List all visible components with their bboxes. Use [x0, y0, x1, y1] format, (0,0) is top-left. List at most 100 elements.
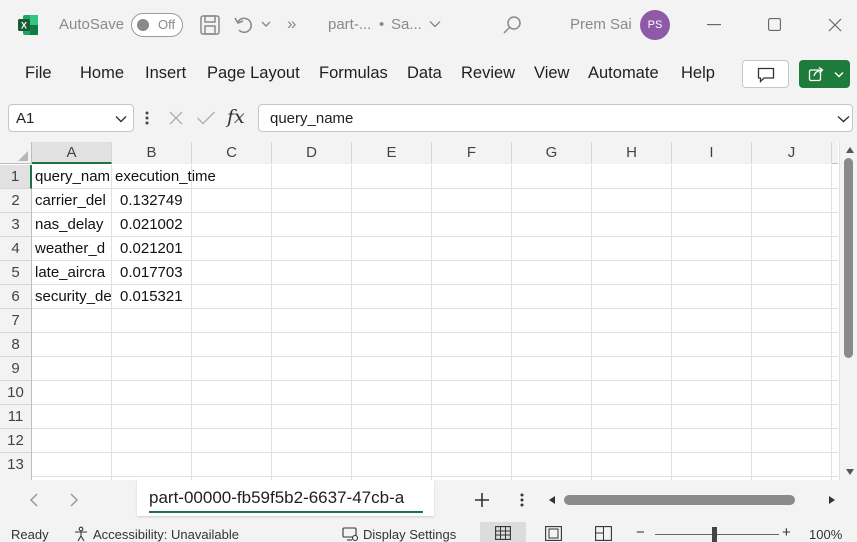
next-sheet-icon[interactable] [69, 493, 79, 507]
column-header-i[interactable]: I [672, 142, 752, 164]
column-header-b[interactable]: B [112, 142, 192, 164]
zoom-out-button[interactable]: − [636, 524, 645, 541]
menu-view[interactable]: View [534, 64, 569, 86]
more-commands-icon[interactable]: » [287, 14, 296, 34]
cell-a5[interactable]: late_aircra [32, 261, 112, 285]
vertical-scroll-thumb[interactable] [844, 158, 853, 358]
horizontal-scrollbar[interactable] [545, 490, 841, 510]
share-chevron-icon [834, 71, 844, 78]
autosave-toggle[interactable]: Off [131, 13, 183, 37]
menu-file[interactable]: File [25, 64, 52, 86]
column-header-e[interactable]: E [352, 142, 432, 164]
cell-b6[interactable]: 0.015321 [112, 285, 192, 309]
close-icon[interactable] [828, 18, 842, 32]
status-ready: Ready [11, 527, 49, 542]
menu-home[interactable]: Home [80, 64, 124, 86]
row-header-3[interactable]: 3 [0, 213, 32, 237]
expand-formula-bar-icon[interactable] [837, 115, 850, 123]
row-header-13[interactable]: 13 [0, 453, 32, 480]
cell-a1[interactable]: query_nam [32, 165, 112, 189]
display-settings-icon [342, 527, 359, 542]
cell-a3[interactable]: nas_delay [32, 213, 112, 237]
page-break-preview-icon[interactable] [595, 526, 612, 541]
column-header-f[interactable]: F [432, 142, 512, 164]
row-header-11[interactable]: 11 [0, 405, 32, 429]
row-header-6[interactable]: 6 [0, 285, 32, 309]
row-header-9[interactable]: 9 [0, 357, 32, 381]
zoom-in-button[interactable]: + [782, 524, 791, 541]
add-sheet-icon[interactable] [474, 492, 490, 508]
save-icon[interactable] [199, 14, 221, 36]
formula-input[interactable]: query_name [258, 104, 853, 132]
column-header-d[interactable]: D [272, 142, 352, 164]
menu-data[interactable]: Data [407, 64, 442, 86]
row-header-10[interactable]: 10 [0, 381, 32, 405]
formula-content: query_name [270, 110, 354, 127]
formula-bar-options-icon[interactable] [145, 110, 149, 126]
previous-sheet-icon[interactable] [29, 493, 39, 507]
insert-function-icon[interactable]: fx [227, 106, 245, 128]
menu-help[interactable]: Help [681, 64, 715, 86]
share-button[interactable] [799, 60, 850, 88]
avatar[interactable]: PS [640, 10, 670, 40]
minimize-icon[interactable] [707, 24, 721, 26]
row-header-8[interactable]: 8 [0, 333, 32, 357]
row-header-4[interactable]: 4 [0, 237, 32, 261]
autosave-state: Off [158, 17, 176, 32]
menu-page-layout[interactable]: Page Layout [207, 64, 300, 86]
column-header-g[interactable]: G [512, 142, 592, 164]
file-menu-chevron-icon[interactable] [429, 20, 441, 28]
normal-view-button[interactable] [480, 522, 526, 542]
scroll-up-icon[interactable] [845, 146, 855, 154]
enter-check-icon[interactable] [196, 110, 216, 126]
horizontal-scroll-thumb[interactable] [564, 495, 795, 505]
column-header-h[interactable]: H [592, 142, 672, 164]
menu-insert[interactable]: Insert [145, 64, 186, 86]
menu-review[interactable]: Review [461, 64, 515, 86]
row-header-12[interactable]: 12 [0, 429, 32, 453]
menu-automate[interactable]: Automate [588, 64, 659, 86]
column-header-c[interactable]: C [192, 142, 272, 164]
search-icon[interactable] [501, 14, 523, 36]
menu-formulas[interactable]: Formulas [319, 64, 388, 86]
cell-b3[interactable]: 0.021002 [112, 213, 192, 237]
undo-icon[interactable] [233, 14, 255, 36]
zoom-level[interactable]: 100% [809, 527, 842, 542]
scroll-down-icon[interactable] [845, 468, 855, 476]
share-icon [808, 66, 825, 82]
row-header-7[interactable]: 7 [0, 309, 32, 333]
cell-a4[interactable]: weather_d [32, 237, 112, 261]
row-header-1[interactable]: 1 [0, 165, 32, 189]
column-header-a[interactable]: A [32, 142, 112, 164]
comments-button[interactable] [742, 60, 789, 88]
cell-b4[interactable]: 0.021201 [112, 237, 192, 261]
name-box-chevron-icon[interactable] [115, 115, 127, 123]
cell-a6[interactable]: security_de [32, 285, 112, 309]
status-bar: Ready Accessibility: Unavailable Display… [0, 520, 857, 542]
worksheet-grid[interactable]: A B C D E F G H I J 1 2 3 4 5 6 7 8 9 10… [0, 142, 857, 480]
cell-b1[interactable]: execution_time [112, 165, 272, 189]
sheet-tab-active[interactable]: part-00000-fb59f5b2-6637-47cb-a [137, 480, 434, 516]
cell-b2[interactable]: 0.132749 [112, 189, 192, 213]
maximize-icon[interactable] [768, 18, 781, 31]
scroll-right-icon[interactable] [828, 495, 836, 505]
cancel-icon[interactable] [168, 110, 184, 126]
vertical-scrollbar[interactable] [839, 142, 857, 480]
select-all-corner[interactable] [0, 142, 32, 164]
file-name[interactable]: part-... [328, 16, 371, 33]
page-layout-view-icon[interactable] [545, 526, 562, 541]
sheet-options-icon[interactable] [520, 492, 524, 508]
column-header-j[interactable]: J [752, 142, 832, 164]
zoom-slider-track[interactable] [655, 534, 779, 535]
accessibility-icon [75, 526, 87, 542]
accessibility-status[interactable]: Accessibility: Unavailable [93, 527, 239, 542]
name-box[interactable]: A1 [8, 104, 134, 132]
cell-b5[interactable]: 0.017703 [112, 261, 192, 285]
zoom-slider-thumb[interactable] [712, 527, 717, 542]
undo-dropdown-chevron-icon[interactable] [261, 20, 271, 28]
display-settings[interactable]: Display Settings [363, 527, 456, 542]
row-header-2[interactable]: 2 [0, 189, 32, 213]
scroll-left-icon[interactable] [548, 495, 556, 505]
cell-a2[interactable]: carrier_del [32, 189, 112, 213]
row-header-5[interactable]: 5 [0, 261, 32, 285]
